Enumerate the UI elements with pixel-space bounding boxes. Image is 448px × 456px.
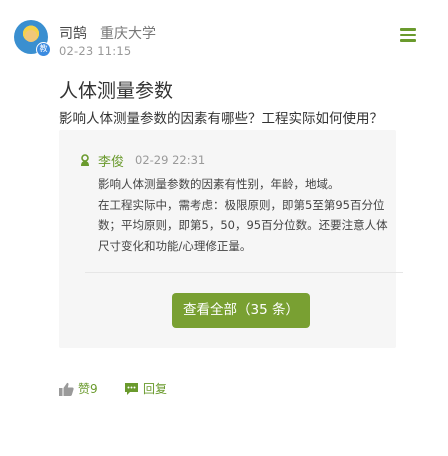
post-question: 影响人体测量参数的因素有哪些？工程实际如何使用？ (59, 111, 383, 127)
avatar[interactable]: 教 (14, 20, 51, 57)
post-school: 重庆大学 (100, 26, 156, 42)
answer-text: 影响人体测量参数的因素有性别，年龄，地域。 在工程实际中，需考虑：极限原则，即第… (98, 174, 398, 256)
reply-button[interactable]: 回复 (124, 380, 167, 397)
menu-icon[interactable] (400, 28, 416, 42)
reply-label: 回复 (143, 382, 168, 396)
like-label: 赞9 (78, 382, 98, 396)
avatar-face (25, 30, 37, 42)
user-icon (81, 154, 89, 166)
answer-time: 02-29 22:31 (135, 153, 206, 167)
answer-author[interactable]: 李俊 (98, 151, 124, 170)
comment-icon (125, 382, 138, 395)
post-time: 02-23 11:15 (59, 44, 132, 58)
view-all-button[interactable]: 查看全部（35 条） (172, 293, 310, 328)
answer-line: 在工程实际中，需考虑：极限原则，即第5至第95百分位 (98, 197, 385, 212)
answer-line: 尺寸变化和功能/心理修正量。 (98, 238, 252, 253)
divider (85, 272, 403, 273)
answer-line: 数；平均原则，即第5，50，95百分位数。还要注意人体 (98, 218, 388, 232)
answer-line: 影响人体测量参数的因素有性别，年龄，地域。 (98, 177, 340, 191)
post-card: 教 司鹄 重庆大学 02-23 11:15 人体测量参数 影响人体测量参数的因素… (0, 0, 448, 456)
thumbs-up-icon (59, 382, 74, 396)
teacher-badge: 教 (36, 42, 51, 57)
post-title: 人体测量参数 (59, 80, 174, 102)
answer-box: 李俊 02-29 22:31 影响人体测量参数的因素有性别，年龄，地域。 在工程… (59, 130, 403, 348)
post-author[interactable]: 司鹄 (59, 23, 87, 43)
like-button[interactable]: 赞9 (59, 380, 98, 397)
